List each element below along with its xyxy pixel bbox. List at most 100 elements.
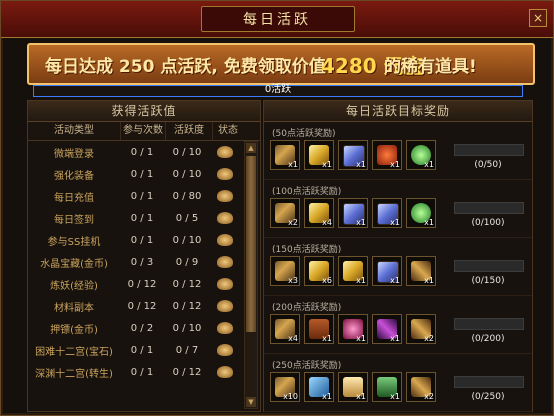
reward-item-slot[interactable]: x1 — [338, 256, 368, 286]
reward-item-qty: x1 — [322, 334, 332, 343]
close-button[interactable]: × — [529, 9, 547, 27]
window-title: 每日活跃 — [243, 12, 311, 28]
reward-item-slot[interactable]: x1 — [338, 314, 368, 344]
activity-status[interactable] — [210, 322, 240, 334]
reward-item-slot[interactable]: x6 — [304, 256, 334, 286]
reward-tier-title: (250点活跃奖励) — [272, 361, 342, 371]
activity-count: 0 / 12 — [127, 278, 157, 290]
reward-item-qty: x4 — [322, 218, 332, 227]
activity-scrollbar[interactable]: ▲ ▼ — [244, 141, 258, 409]
scroll-down-icon[interactable]: ▼ — [246, 397, 256, 407]
status-coin-icon[interactable] — [217, 322, 233, 334]
activity-name: 水晶宝藏(金币) — [40, 258, 108, 270]
reward-item-slot[interactable]: x1 — [338, 140, 368, 170]
activity-row: 深渊十二宫(转生) 0 / 1 0 / 12 — [28, 361, 260, 383]
banner-text-before: 每日达成 250 点活跃, 免费领取价值 — [45, 57, 326, 77]
scroll-thumb[interactable] — [246, 156, 256, 332]
reward-banner: 每日达成 250 点活跃, 免费领取价值 4280 元宝 的稀有道具! — [27, 43, 535, 85]
activity-count: 0 / 1 — [130, 190, 154, 202]
reward-item-slot[interactable]: x2 — [406, 372, 436, 402]
activity-points: 0 / 12 — [172, 300, 202, 312]
reward-item-slot[interactable]: x1 — [372, 314, 402, 344]
activity-count: 0 / 3 — [130, 256, 154, 268]
reward-item-qty: x1 — [390, 218, 400, 227]
tier-progress-bar — [454, 376, 524, 388]
reward-item-slot[interactable]: x2 — [270, 198, 300, 228]
activity-status[interactable] — [210, 146, 240, 158]
column-header-activity: 活跃度 — [166, 122, 213, 140]
reward-item-qty: x1 — [390, 334, 400, 343]
column-header-type: 活动类型 — [28, 122, 121, 140]
activity-status[interactable] — [210, 234, 240, 246]
activity-name: 押镖(金币) — [50, 324, 98, 336]
reward-item-slot[interactable]: x1 — [304, 140, 334, 170]
tier-progress-bar — [454, 318, 524, 330]
status-coin-icon[interactable] — [217, 234, 233, 246]
reward-item-qty: x1 — [356, 334, 366, 343]
reward-item-slot[interactable]: x10 — [270, 372, 300, 402]
reward-tier: (50点活跃奖励) x1 x1 x1 x1 x1 (0/50) — [264, 122, 532, 180]
reward-item-qty: x3 — [288, 276, 298, 285]
reward-item-qty: x1 — [390, 392, 400, 401]
reward-item-slot[interactable]: x3 — [270, 256, 300, 286]
reward-item-slot[interactable]: x1 — [372, 256, 402, 286]
status-coin-icon[interactable] — [217, 344, 233, 356]
activity-name: 每日签到 — [54, 214, 94, 226]
scroll-up-icon[interactable]: ▲ — [246, 143, 256, 153]
reward-item-slot[interactable]: x1 — [270, 140, 300, 170]
activity-name: 强化装备 — [54, 170, 94, 182]
reward-item-slot[interactable]: x1 — [372, 140, 402, 170]
tier-progress-text: (0/250) — [471, 392, 505, 402]
activity-points: 0 / 10 — [172, 322, 202, 334]
tier-progress-text: (0/150) — [471, 276, 505, 286]
reward-item-slot[interactable]: x1 — [406, 198, 436, 228]
reward-item-qty: x1 — [424, 218, 434, 227]
activity-row: 微端登录 0 / 1 0 / 10 — [28, 141, 260, 163]
column-header-count: 参与次数 — [121, 122, 166, 140]
reward-item-qty: x2 — [288, 218, 298, 227]
activity-count: 0 / 1 — [130, 146, 154, 158]
reward-item-qty: x1 — [356, 276, 366, 285]
reward-item-qty: x4 — [288, 334, 298, 343]
daily-activity-window: 每日活跃 × 每日达成 250 点活跃, 免费领取价值 4280 元宝 的稀有道… — [0, 0, 554, 416]
banner-text-after: 的稀有道具! — [384, 57, 477, 77]
reward-tier-title: (100点活跃奖励) — [272, 187, 342, 197]
activity-status[interactable] — [210, 344, 240, 356]
reward-item-slot[interactable]: x1 — [406, 256, 436, 286]
activity-status[interactable] — [210, 300, 240, 312]
status-coin-icon[interactable] — [217, 366, 233, 378]
reward-item-qty: x1 — [390, 276, 400, 285]
activity-status[interactable] — [210, 278, 240, 290]
activity-status[interactable] — [210, 190, 240, 202]
status-coin-icon[interactable] — [217, 278, 233, 290]
reward-item-slot[interactable]: x1 — [338, 198, 368, 228]
activity-row: 困难十二宫(宝石) 0 / 1 0 / 7 — [28, 339, 260, 361]
reward-item-slot[interactable]: x1 — [406, 140, 436, 170]
reward-item-slot[interactable]: x1 — [372, 372, 402, 402]
status-coin-icon[interactable] — [217, 190, 233, 202]
reward-item-slot[interactable]: x4 — [304, 198, 334, 228]
status-coin-icon[interactable] — [217, 212, 233, 224]
reward-item-qty: x1 — [424, 276, 434, 285]
activity-status[interactable] — [210, 212, 240, 224]
reward-item-slot[interactable]: x1 — [372, 198, 402, 228]
activity-count: 0 / 1 — [130, 212, 154, 224]
activity-status[interactable] — [210, 366, 240, 378]
reward-item-slot[interactable]: x1 — [304, 314, 334, 344]
reward-item-qty: x1 — [356, 218, 366, 227]
reward-item-qty: x2 — [424, 392, 434, 401]
reward-item-slot[interactable]: x2 — [406, 314, 436, 344]
reward-item-slot[interactable]: x1 — [304, 372, 334, 402]
status-coin-icon[interactable] — [217, 168, 233, 180]
status-coin-icon[interactable] — [217, 146, 233, 158]
activity-status[interactable] — [210, 168, 240, 180]
activity-row: 押镖(金币) 0 / 2 0 / 10 — [28, 317, 260, 339]
reward-item-qty: x2 — [424, 334, 434, 343]
reward-item-slot[interactable]: x4 — [270, 314, 300, 344]
status-coin-icon[interactable] — [217, 300, 233, 312]
reward-items: x10 x1 x1 x1 x2 — [270, 372, 436, 402]
activity-points: 0 / 12 — [172, 278, 202, 290]
reward-item-slot[interactable]: x1 — [338, 372, 368, 402]
status-coin-icon[interactable] — [217, 256, 233, 268]
activity-status[interactable] — [210, 256, 240, 268]
